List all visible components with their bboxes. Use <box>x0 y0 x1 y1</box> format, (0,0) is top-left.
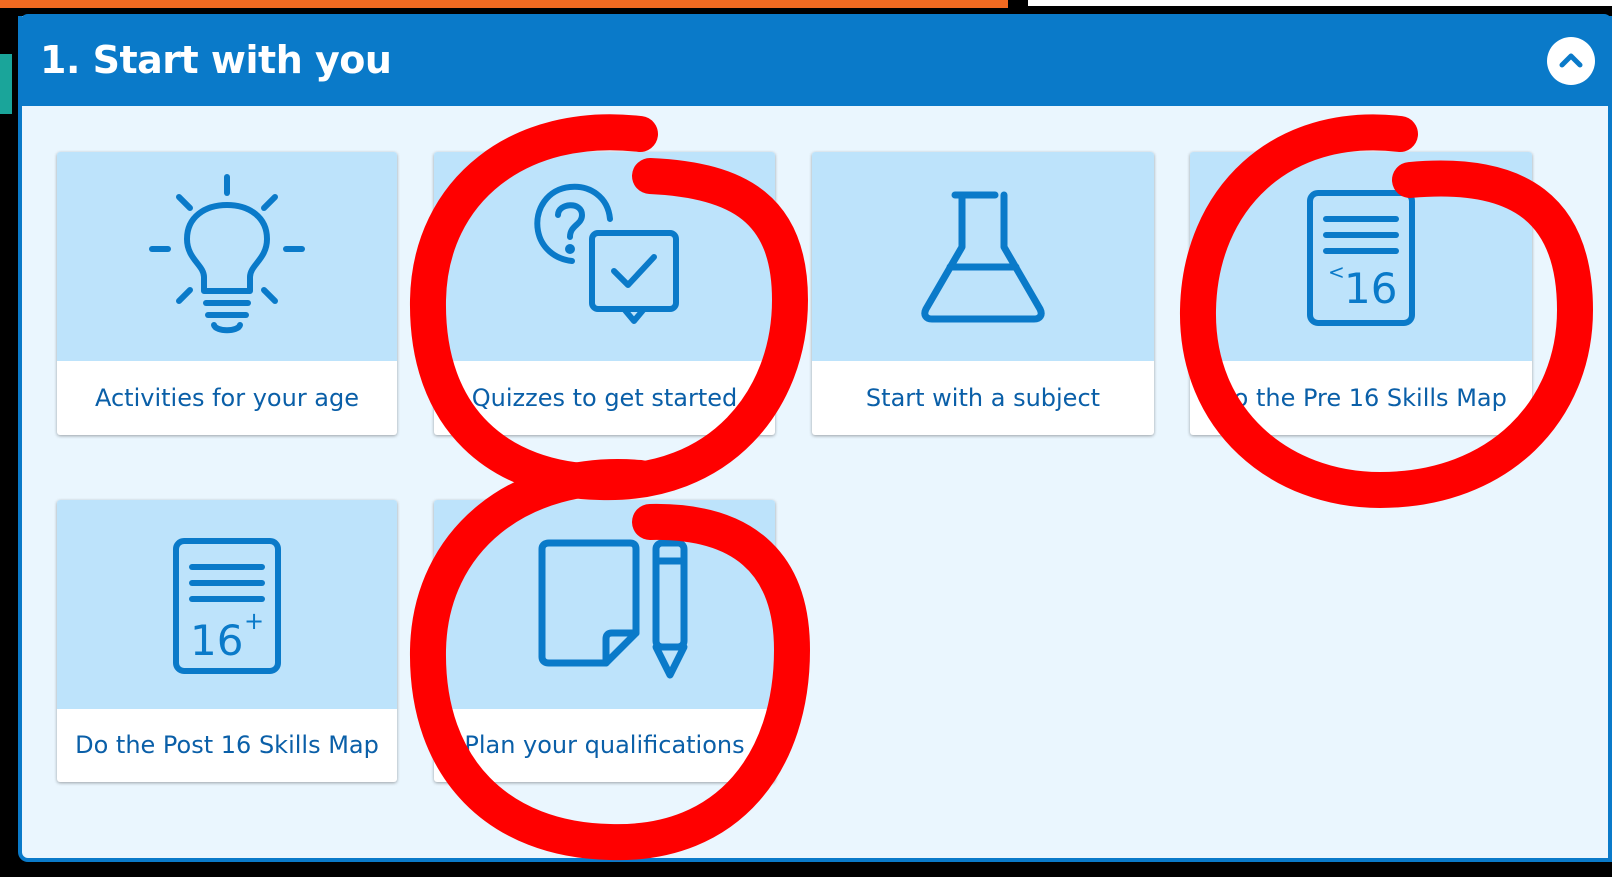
post16-document-icon: 16 + <box>173 537 281 674</box>
post16-number-text: 16 <box>190 616 243 665</box>
card-label: Plan your qualifications <box>464 731 745 759</box>
card-label: Activities for your age <box>94 384 360 412</box>
quiz-icon <box>533 183 679 324</box>
card-label: Start with a subject <box>865 384 1101 412</box>
card-label: Do the Post 16 Skills Map <box>75 731 379 759</box>
pre16-document-icon: < 16 <box>1307 189 1415 326</box>
pre16-number-text: 16 <box>1344 264 1397 313</box>
background-orange-strip <box>0 0 1008 8</box>
pre16-mark-text: < <box>1328 260 1345 284</box>
flask-icon <box>921 191 1045 322</box>
card-start-with-a-subject[interactable]: Start with a subject <box>812 152 1154 435</box>
panel-title: 1. Start with you <box>40 38 392 82</box>
card-quizzes-to-get-started[interactable]: Quizzes to get started <box>434 152 775 435</box>
card-pre-16-skills-map[interactable]: < 16 Do the Pre 16 Skills Map <box>1190 152 1532 435</box>
background-white-strip <box>1028 0 1612 6</box>
chevron-up-icon <box>1559 53 1583 68</box>
lightbulb-icon <box>149 173 305 333</box>
card-label: Quizzes to get started <box>471 384 738 412</box>
card-plan-your-qualifications[interactable]: Plan your qualifications <box>434 500 775 782</box>
background-teal-strip <box>0 54 12 114</box>
collapse-button[interactable] <box>1547 37 1595 85</box>
paper-pencil-icon <box>538 539 687 678</box>
card-post-16-skills-map[interactable]: 16 + Do the Post 16 Skills Map <box>57 500 397 782</box>
card-label: Do the Pre 16 Skills Map <box>1215 384 1507 412</box>
post16-mark-text: + <box>244 607 264 635</box>
card-activities-for-your-age[interactable]: Activities for your age <box>57 152 397 435</box>
